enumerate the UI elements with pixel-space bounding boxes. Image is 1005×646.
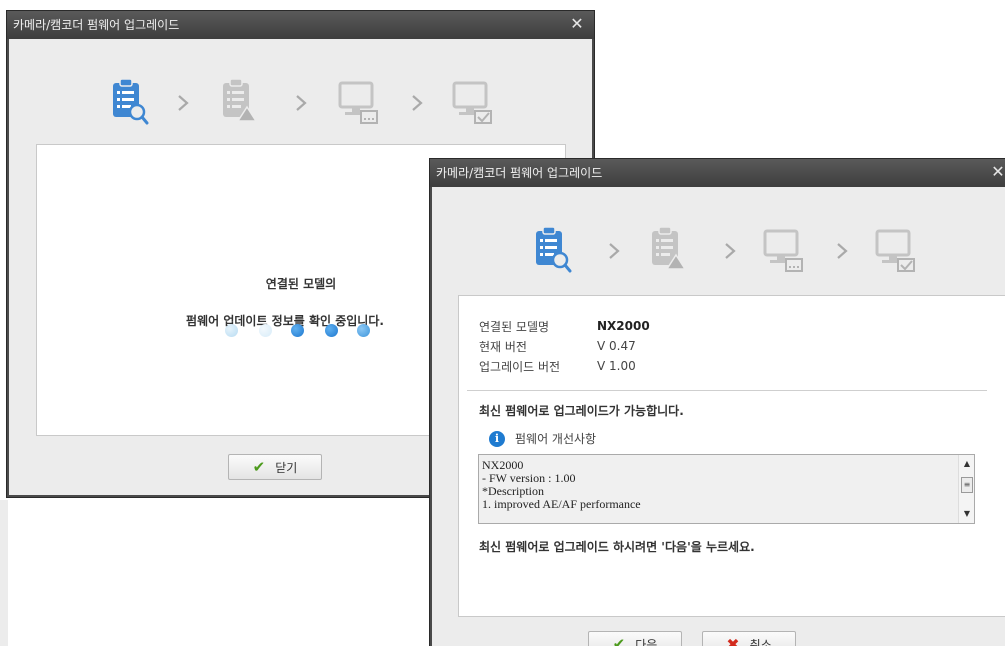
step-indicator: [532, 225, 932, 285]
upgrade-version-label: 업그레이드 버전: [479, 359, 561, 374]
dialog-title: 카메라/캠코더 펌웨어 업그레이드: [7, 11, 594, 39]
model-row: 연결된 모델명 NX2000: [479, 316, 650, 336]
checkmark-icon: ✔: [252, 458, 266, 476]
loading-dot: [325, 324, 338, 337]
chevron-right-icon: [178, 95, 189, 111]
loading-dot: [357, 324, 370, 337]
computer-transfer-icon: [338, 81, 378, 124]
dialog-body: 연결된 모델명 NX2000 현재 버전 V 0.47 업그레이드 버전 V 1…: [432, 187, 1005, 646]
firmware-upgrade-dialog: 카메라/캠코더 펌웨어 업그레이드 ✕ 연결된 모델명 NX2000 현재 버전…: [429, 158, 1005, 646]
scrollbar[interactable]: ▲ ≡ ▼: [958, 455, 974, 523]
dialog-title: 카메라/캠코더 펌웨어 업그레이드: [430, 159, 1005, 187]
loading-indicator: [225, 324, 385, 340]
upgrade-version-value: V 1.00: [597, 359, 636, 373]
current-version-row: 현재 버전 V 0.47: [479, 336, 650, 356]
checklist-warning-icon: [652, 226, 687, 270]
current-version-label: 현재 버전: [479, 339, 527, 354]
release-notes-text: NX2000 - FW version : 1.00 *Description …: [482, 458, 641, 511]
upgrade-available-text: 최신 펌웨어로 업그레이드가 가능합니다.: [479, 404, 684, 418]
background-strip: [0, 500, 8, 646]
loading-dot: [259, 324, 272, 337]
chevron-right-icon: [837, 243, 848, 259]
x-icon: ✖: [726, 634, 740, 646]
model-value: NX2000: [597, 319, 650, 333]
close-button[interactable]: ✔ 닫기: [228, 454, 322, 480]
checklist-search-icon: [113, 78, 149, 125]
info-icon: i: [489, 430, 505, 447]
computer-check-icon: [875, 229, 915, 272]
update-info-panel: 연결된 모델명 NX2000 현재 버전 V 0.47 업그레이드 버전 V 1…: [458, 295, 1005, 617]
release-notes-title: 펌웨어 개선사항: [515, 432, 597, 446]
model-label: 연결된 모델명: [479, 319, 550, 334]
checklist-warning-icon: [223, 78, 258, 122]
loading-dot: [225, 324, 238, 337]
next-button-label: 다음: [635, 637, 658, 646]
release-notes-heading: i 펌웨어 개선사항: [489, 430, 596, 447]
current-version-value: V 0.47: [597, 339, 636, 353]
checklist-search-icon: [536, 226, 572, 273]
release-notes-textarea[interactable]: NX2000 - FW version : 1.00 *Description …: [478, 454, 975, 524]
upgrade-version-row: 업그레이드 버전 V 1.00: [479, 356, 650, 376]
computer-check-icon: [452, 81, 492, 124]
computer-transfer-icon: [763, 229, 803, 272]
divider: [467, 390, 987, 391]
chevron-right-icon: [609, 243, 620, 259]
close-button-label: 닫기: [275, 460, 298, 475]
cancel-button[interactable]: ✖ 취소: [702, 631, 796, 646]
scroll-up-arrow-icon[interactable]: ▲: [959, 456, 974, 472]
close-icon[interactable]: ✕: [988, 162, 1005, 182]
chevron-right-icon: [412, 95, 423, 111]
cancel-button-label: 취소: [749, 637, 772, 646]
checkmark-icon: ✔: [612, 635, 626, 646]
loading-dot: [291, 324, 304, 337]
next-button[interactable]: ✔ 다음: [588, 631, 682, 646]
proceed-instruction-text: 최신 펌웨어로 업그레이드 하시려면 '다음'을 누르세요.: [479, 540, 755, 554]
chevron-right-icon: [725, 243, 736, 259]
screen: 카메라/캠코더 펌웨어 업그레이드 ✕ 연결된 모델의 펌웨어 업데이트 정보를…: [0, 0, 1005, 646]
scroll-down-arrow-icon[interactable]: ▼: [959, 506, 974, 522]
scrollbar-thumb[interactable]: ≡: [961, 477, 973, 493]
close-icon[interactable]: ✕: [567, 14, 587, 34]
chevron-right-icon: [296, 95, 307, 111]
step-indicator: [109, 77, 509, 137]
version-info: 연결된 모델명 NX2000 현재 버전 V 0.47 업그레이드 버전 V 1…: [479, 316, 650, 376]
